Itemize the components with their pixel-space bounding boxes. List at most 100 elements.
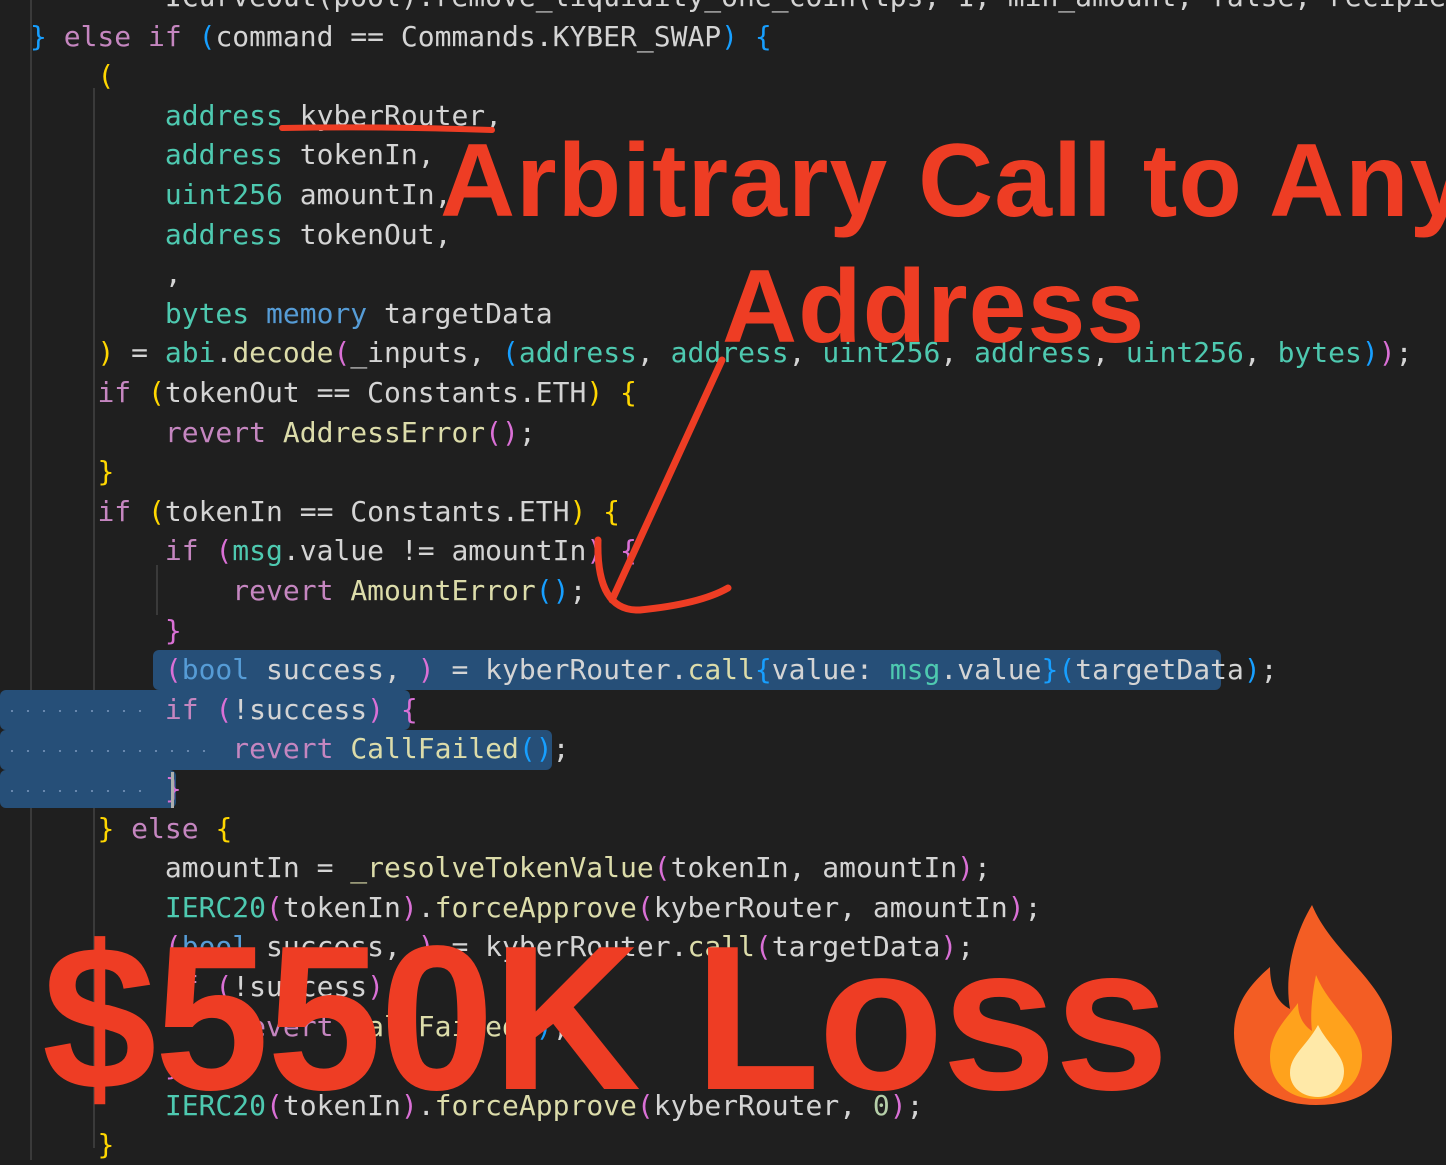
code-token: bytes xyxy=(1277,336,1362,370)
code-token: uint256 xyxy=(822,336,941,370)
code-token: ( xyxy=(148,494,165,528)
code-line[interactable]: address tokenOut, xyxy=(30,215,452,255)
code-line[interactable]: ( xyxy=(30,56,114,96)
code-token: () xyxy=(518,732,553,766)
code-line[interactable]: if (msg.value != amountIn) { xyxy=(30,531,637,571)
code-token: ( xyxy=(266,1088,283,1122)
code-token: { xyxy=(754,653,772,687)
code-token: . xyxy=(215,336,233,370)
code-token: { xyxy=(754,19,772,53)
code-line[interactable]: if (!success) { xyxy=(30,690,418,730)
code-line[interactable]: address kyberRouter, xyxy=(30,96,502,136)
code-token: uint256 xyxy=(164,178,283,211)
code-line[interactable]: address tokenIn, xyxy=(30,135,435,175)
code-token: bytes xyxy=(164,296,250,330)
code-line[interactable]: revert CallFailed(); xyxy=(30,729,569,769)
code-token: ( xyxy=(502,336,519,370)
code-line[interactable]: uint256 amountIn, xyxy=(30,175,452,215)
code-token: , xyxy=(1243,336,1278,370)
code-line[interactable]: revert AddressError(); xyxy=(30,413,536,453)
code-line[interactable]: } xyxy=(30,769,182,809)
code-token: _resolveTokenValue xyxy=(350,851,654,885)
code-token: { xyxy=(603,494,621,528)
text-cursor xyxy=(171,772,174,808)
code-token: _inputs, xyxy=(350,336,503,370)
code-line[interactable]: revert AmountError(); xyxy=(30,571,586,611)
code-token: if xyxy=(97,494,149,528)
code-token: 0 xyxy=(872,1088,890,1122)
code-token: abi xyxy=(164,336,216,370)
code-line[interactable]: } else { xyxy=(30,809,232,849)
code-token: tokenIn xyxy=(282,1088,401,1122)
code-token: ( xyxy=(198,19,216,53)
code-line[interactable]: } xyxy=(30,1046,182,1086)
code-editor[interactable]: ICurveOut(pool).remove_liquidity_one_coi… xyxy=(0,0,1446,1161)
code-line[interactable]: amountIn = _resolveTokenValue(tokenIn, a… xyxy=(30,848,991,888)
code-line[interactable]: ) = abi.decode(_inputs, (address, addres… xyxy=(30,333,1412,373)
code-token: ICurveOut(pool).remove_liquidity_one_coi… xyxy=(30,0,1446,13)
code-line[interactable]: IERC20(tokenIn).forceApprove(kyberRouter… xyxy=(30,1086,924,1126)
code-token: ( xyxy=(266,890,283,924)
code-line[interactable]: } xyxy=(30,452,114,492)
code-line[interactable]: if (!success) { xyxy=(30,967,418,1007)
code-token: targetData xyxy=(1075,653,1244,687)
code-token: ; xyxy=(1260,653,1278,687)
code-token: !success xyxy=(232,692,368,726)
code-line[interactable]: } xyxy=(30,1125,114,1165)
code-line[interactable]: revert CallFailed(); xyxy=(30,1007,569,1047)
code-token: ) xyxy=(957,851,975,885)
code-token: kyberRouter, amountIn xyxy=(653,890,1008,924)
code-token: tokenIn xyxy=(282,890,401,924)
code-line[interactable]: if (tokenIn == Constants.ETH) { xyxy=(30,492,620,532)
code-token: ) xyxy=(400,890,418,924)
code-token: address xyxy=(670,336,789,370)
code-token: else if xyxy=(46,19,199,53)
code-token: , xyxy=(940,336,975,370)
code-line[interactable]: ICurveOut(pool).remove_liquidity_one_coi… xyxy=(30,0,1446,17)
code-token: AmountError xyxy=(350,574,536,607)
code-token: ( xyxy=(636,1088,654,1122)
code-line[interactable]: (bool success, ) = kyberRouter.call{valu… xyxy=(30,650,1278,690)
code-token: ) xyxy=(367,970,385,1003)
code-token: , xyxy=(788,336,823,370)
code-token: ; xyxy=(518,415,536,449)
code-token: , xyxy=(1092,336,1126,370)
code-line[interactable]: , xyxy=(30,254,182,294)
code-token: . xyxy=(417,1088,435,1122)
code-line[interactable]: (bool success, ) = kyberRouter.call(targ… xyxy=(30,927,974,967)
code-line[interactable]: } xyxy=(30,611,182,651)
code-token: ) xyxy=(97,336,115,370)
code-line[interactable]: bytes memory targetData xyxy=(30,294,553,334)
code-token: forceApprove xyxy=(434,1088,637,1122)
code-token: targetData xyxy=(771,930,941,964)
code-token: () xyxy=(518,1009,553,1043)
code-token: address xyxy=(164,217,283,251)
code-token: ( xyxy=(636,890,654,924)
code-token: targetData xyxy=(367,296,553,330)
code-token: amountIn = xyxy=(30,851,351,885)
code-line[interactable]: } else if (command == Commands.KYBER_SWA… xyxy=(30,17,772,57)
code-line[interactable]: if (tokenOut == Constants.ETH) { xyxy=(30,373,636,413)
code-line[interactable]: IERC20(tokenIn).forceApprove(kyberRouter… xyxy=(30,888,1042,928)
code-token: address xyxy=(164,98,283,132)
code-token: ; xyxy=(569,574,587,607)
code-token: ; xyxy=(974,851,991,885)
code-token: revert xyxy=(232,732,351,766)
code-token: msg xyxy=(889,653,941,687)
code-token: if xyxy=(97,376,149,409)
code-token: memory xyxy=(249,296,368,330)
code-token: ) xyxy=(889,1088,907,1122)
code-token: . xyxy=(417,890,435,924)
